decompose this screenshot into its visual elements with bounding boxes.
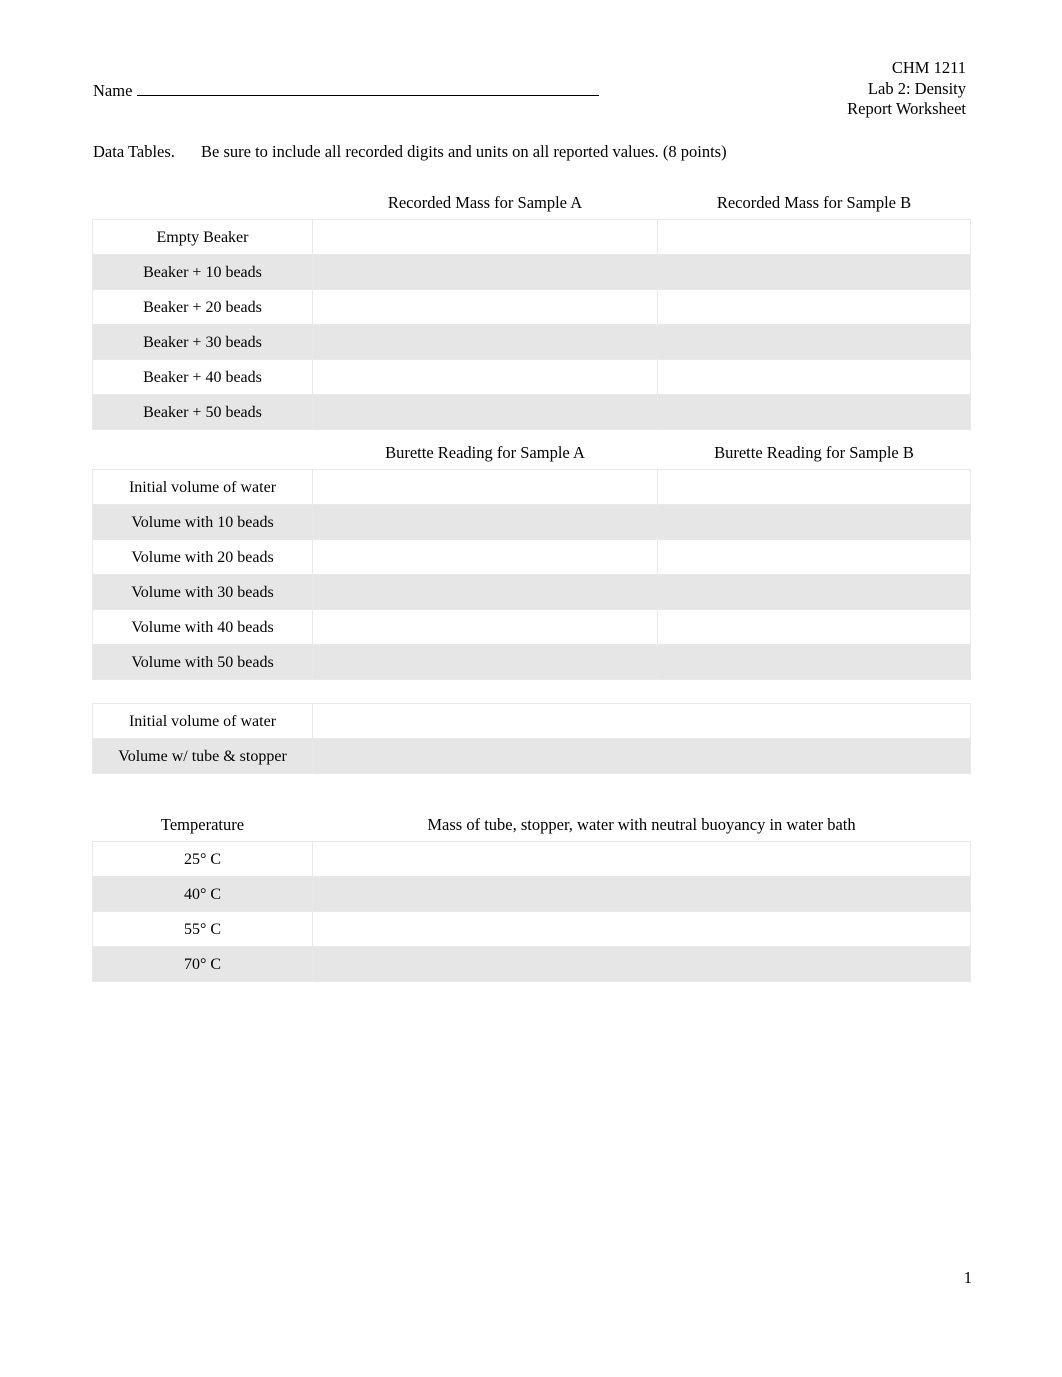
table-row: 25° C <box>92 841 971 877</box>
cell-temp-70c-mass[interactable] <box>312 946 971 982</box>
table-row: Volume with 40 beads <box>92 609 971 645</box>
row-label-initial-volume-water: Initial volume of water <box>92 469 313 505</box>
row-label-beaker-40-beads: Beaker + 40 beads <box>92 359 313 395</box>
table-row: Empty Beaker <box>92 219 971 255</box>
cell-volume-10-beads-sample-a[interactable] <box>312 504 658 540</box>
instruction-line: Data Tables. Be sure to include all recor… <box>93 142 727 162</box>
cell-beaker-20-beads-sample-b[interactable] <box>657 289 971 325</box>
instruction-text: Be sure to include all recorded digits a… <box>201 142 727 161</box>
cell-volume-50-beads-sample-a[interactable] <box>312 644 658 680</box>
name-field-line: Name <box>93 81 600 101</box>
cell-empty-beaker-sample-a[interactable] <box>312 219 658 255</box>
table-row: Volume with 10 beads <box>92 504 971 540</box>
cell-beaker-10-beads-sample-a[interactable] <box>312 254 658 290</box>
table-row: Beaker + 40 beads <box>92 359 971 395</box>
cell-beaker-50-beads-sample-b[interactable] <box>657 394 971 430</box>
cell-empty-beaker-sample-b[interactable] <box>657 219 971 255</box>
cell-tube-initial-volume-water[interactable] <box>312 703 971 739</box>
cell-volume-20-beads-sample-a[interactable] <box>312 539 658 575</box>
row-label-beaker-10-beads: Beaker + 10 beads <box>92 254 313 290</box>
temperature-buoyancy-table: Temperature Mass of tube, stopper, water… <box>92 806 971 982</box>
cell-temp-40c-mass[interactable] <box>312 876 971 912</box>
row-label-tube-initial-volume-water: Initial volume of water <box>92 703 313 739</box>
row-label-temp-25c: 25° C <box>92 841 313 877</box>
cell-volume-30-beads-sample-b[interactable] <box>657 574 971 610</box>
table-row: Initial volume of water <box>92 469 971 505</box>
temperature-header-mass: Mass of tube, stopper, water with neutra… <box>312 806 971 842</box>
cell-volume-10-beads-sample-b[interactable] <box>657 504 971 540</box>
tube-stopper-volume-table: Initial volume of water Volume w/ tube &… <box>92 703 971 774</box>
cell-temp-25c-mass[interactable] <box>312 841 971 877</box>
row-label-temp-55c: 55° C <box>92 911 313 947</box>
document-header: CHM 1211 Lab 2: Density Report Worksheet… <box>0 0 1062 130</box>
cell-beaker-40-beads-sample-a[interactable] <box>312 359 658 395</box>
cell-beaker-30-beads-sample-a[interactable] <box>312 324 658 360</box>
cell-volume-30-beads-sample-a[interactable] <box>312 574 658 610</box>
cell-volume-50-beads-sample-b[interactable] <box>657 644 971 680</box>
cell-beaker-10-beads-sample-b[interactable] <box>657 254 971 290</box>
row-label-volume-40-beads: Volume with 40 beads <box>92 609 313 645</box>
row-label-volume-20-beads: Volume with 20 beads <box>92 539 313 575</box>
course-info-block: CHM 1211 Lab 2: Density Report Worksheet <box>847 58 966 120</box>
temperature-header-label: Temperature <box>92 806 313 842</box>
row-label-temp-70c: 70° C <box>92 946 313 982</box>
name-input-rule[interactable] <box>137 82 600 96</box>
cell-beaker-30-beads-sample-b[interactable] <box>657 324 971 360</box>
table-row: Volume with 30 beads <box>92 574 971 610</box>
mass-header-sample-b: Recorded Mass for Sample B <box>657 184 971 220</box>
row-label-volume-with-tube-stopper: Volume w/ tube & stopper <box>92 738 313 774</box>
burette-header-sample-b: Burette Reading for Sample B <box>657 434 971 470</box>
table-row: Volume with 50 beads <box>92 644 971 680</box>
cell-initial-volume-sample-a[interactable] <box>312 469 658 505</box>
table-row: Beaker + 30 beads <box>92 324 971 360</box>
cell-temp-55c-mass[interactable] <box>312 911 971 947</box>
table-row: Beaker + 50 beads <box>92 394 971 430</box>
table-row: Volume w/ tube & stopper <box>92 738 971 774</box>
table-row: Initial volume of water <box>92 703 971 739</box>
page-number: 1 <box>963 1268 972 1287</box>
row-label-temp-40c: 40° C <box>92 876 313 912</box>
cell-volume-with-tube-stopper[interactable] <box>312 738 971 774</box>
mass-header-blank <box>92 184 313 220</box>
cell-volume-20-beads-sample-b[interactable] <box>657 539 971 575</box>
row-label-volume-10-beads: Volume with 10 beads <box>92 504 313 540</box>
worksheet-page: CHM 1211 Lab 2: Density Report Worksheet… <box>0 0 1062 1377</box>
row-label-empty-beaker: Empty Beaker <box>92 219 313 255</box>
cell-initial-volume-sample-b[interactable] <box>657 469 971 505</box>
document-type: Report Worksheet <box>847 99 966 118</box>
cell-beaker-40-beads-sample-b[interactable] <box>657 359 971 395</box>
table-header-row: Burette Reading for Sample A Burette Rea… <box>92 434 971 470</box>
cell-beaker-20-beads-sample-a[interactable] <box>312 289 658 325</box>
table-row: Beaker + 20 beads <box>92 289 971 325</box>
table-row: 70° C <box>92 946 971 982</box>
table-row: 40° C <box>92 876 971 912</box>
table-row: Beaker + 10 beads <box>92 254 971 290</box>
name-label: Name <box>93 81 133 100</box>
row-label-beaker-30-beads: Beaker + 30 beads <box>92 324 313 360</box>
row-label-volume-30-beads: Volume with 30 beads <box>92 574 313 610</box>
lab-title: Lab 2: Density <box>867 78 966 98</box>
burette-header-sample-a: Burette Reading for Sample A <box>312 434 658 470</box>
mass-header-sample-a: Recorded Mass for Sample A <box>312 184 658 220</box>
burette-reading-table: Burette Reading for Sample A Burette Rea… <box>92 434 971 680</box>
table-row: 55° C <box>92 911 971 947</box>
table-row: Volume with 20 beads <box>92 539 971 575</box>
row-label-beaker-50-beads: Beaker + 50 beads <box>92 394 313 430</box>
recorded-mass-table: Recorded Mass for Sample A Recorded Mass… <box>92 184 971 430</box>
table-header-row: Recorded Mass for Sample A Recorded Mass… <box>92 184 971 220</box>
burette-header-blank <box>92 434 313 470</box>
cell-beaker-50-beads-sample-a[interactable] <box>312 394 658 430</box>
cell-volume-40-beads-sample-b[interactable] <box>657 609 971 645</box>
row-label-volume-50-beads: Volume with 50 beads <box>92 644 313 680</box>
course-code: CHM 1211 <box>891 58 966 77</box>
cell-volume-40-beads-sample-a[interactable] <box>312 609 658 645</box>
table-header-row: Temperature Mass of tube, stopper, water… <box>92 806 971 842</box>
row-label-beaker-20-beads: Beaker + 20 beads <box>92 289 313 325</box>
instruction-lead: Data Tables. <box>93 142 175 161</box>
